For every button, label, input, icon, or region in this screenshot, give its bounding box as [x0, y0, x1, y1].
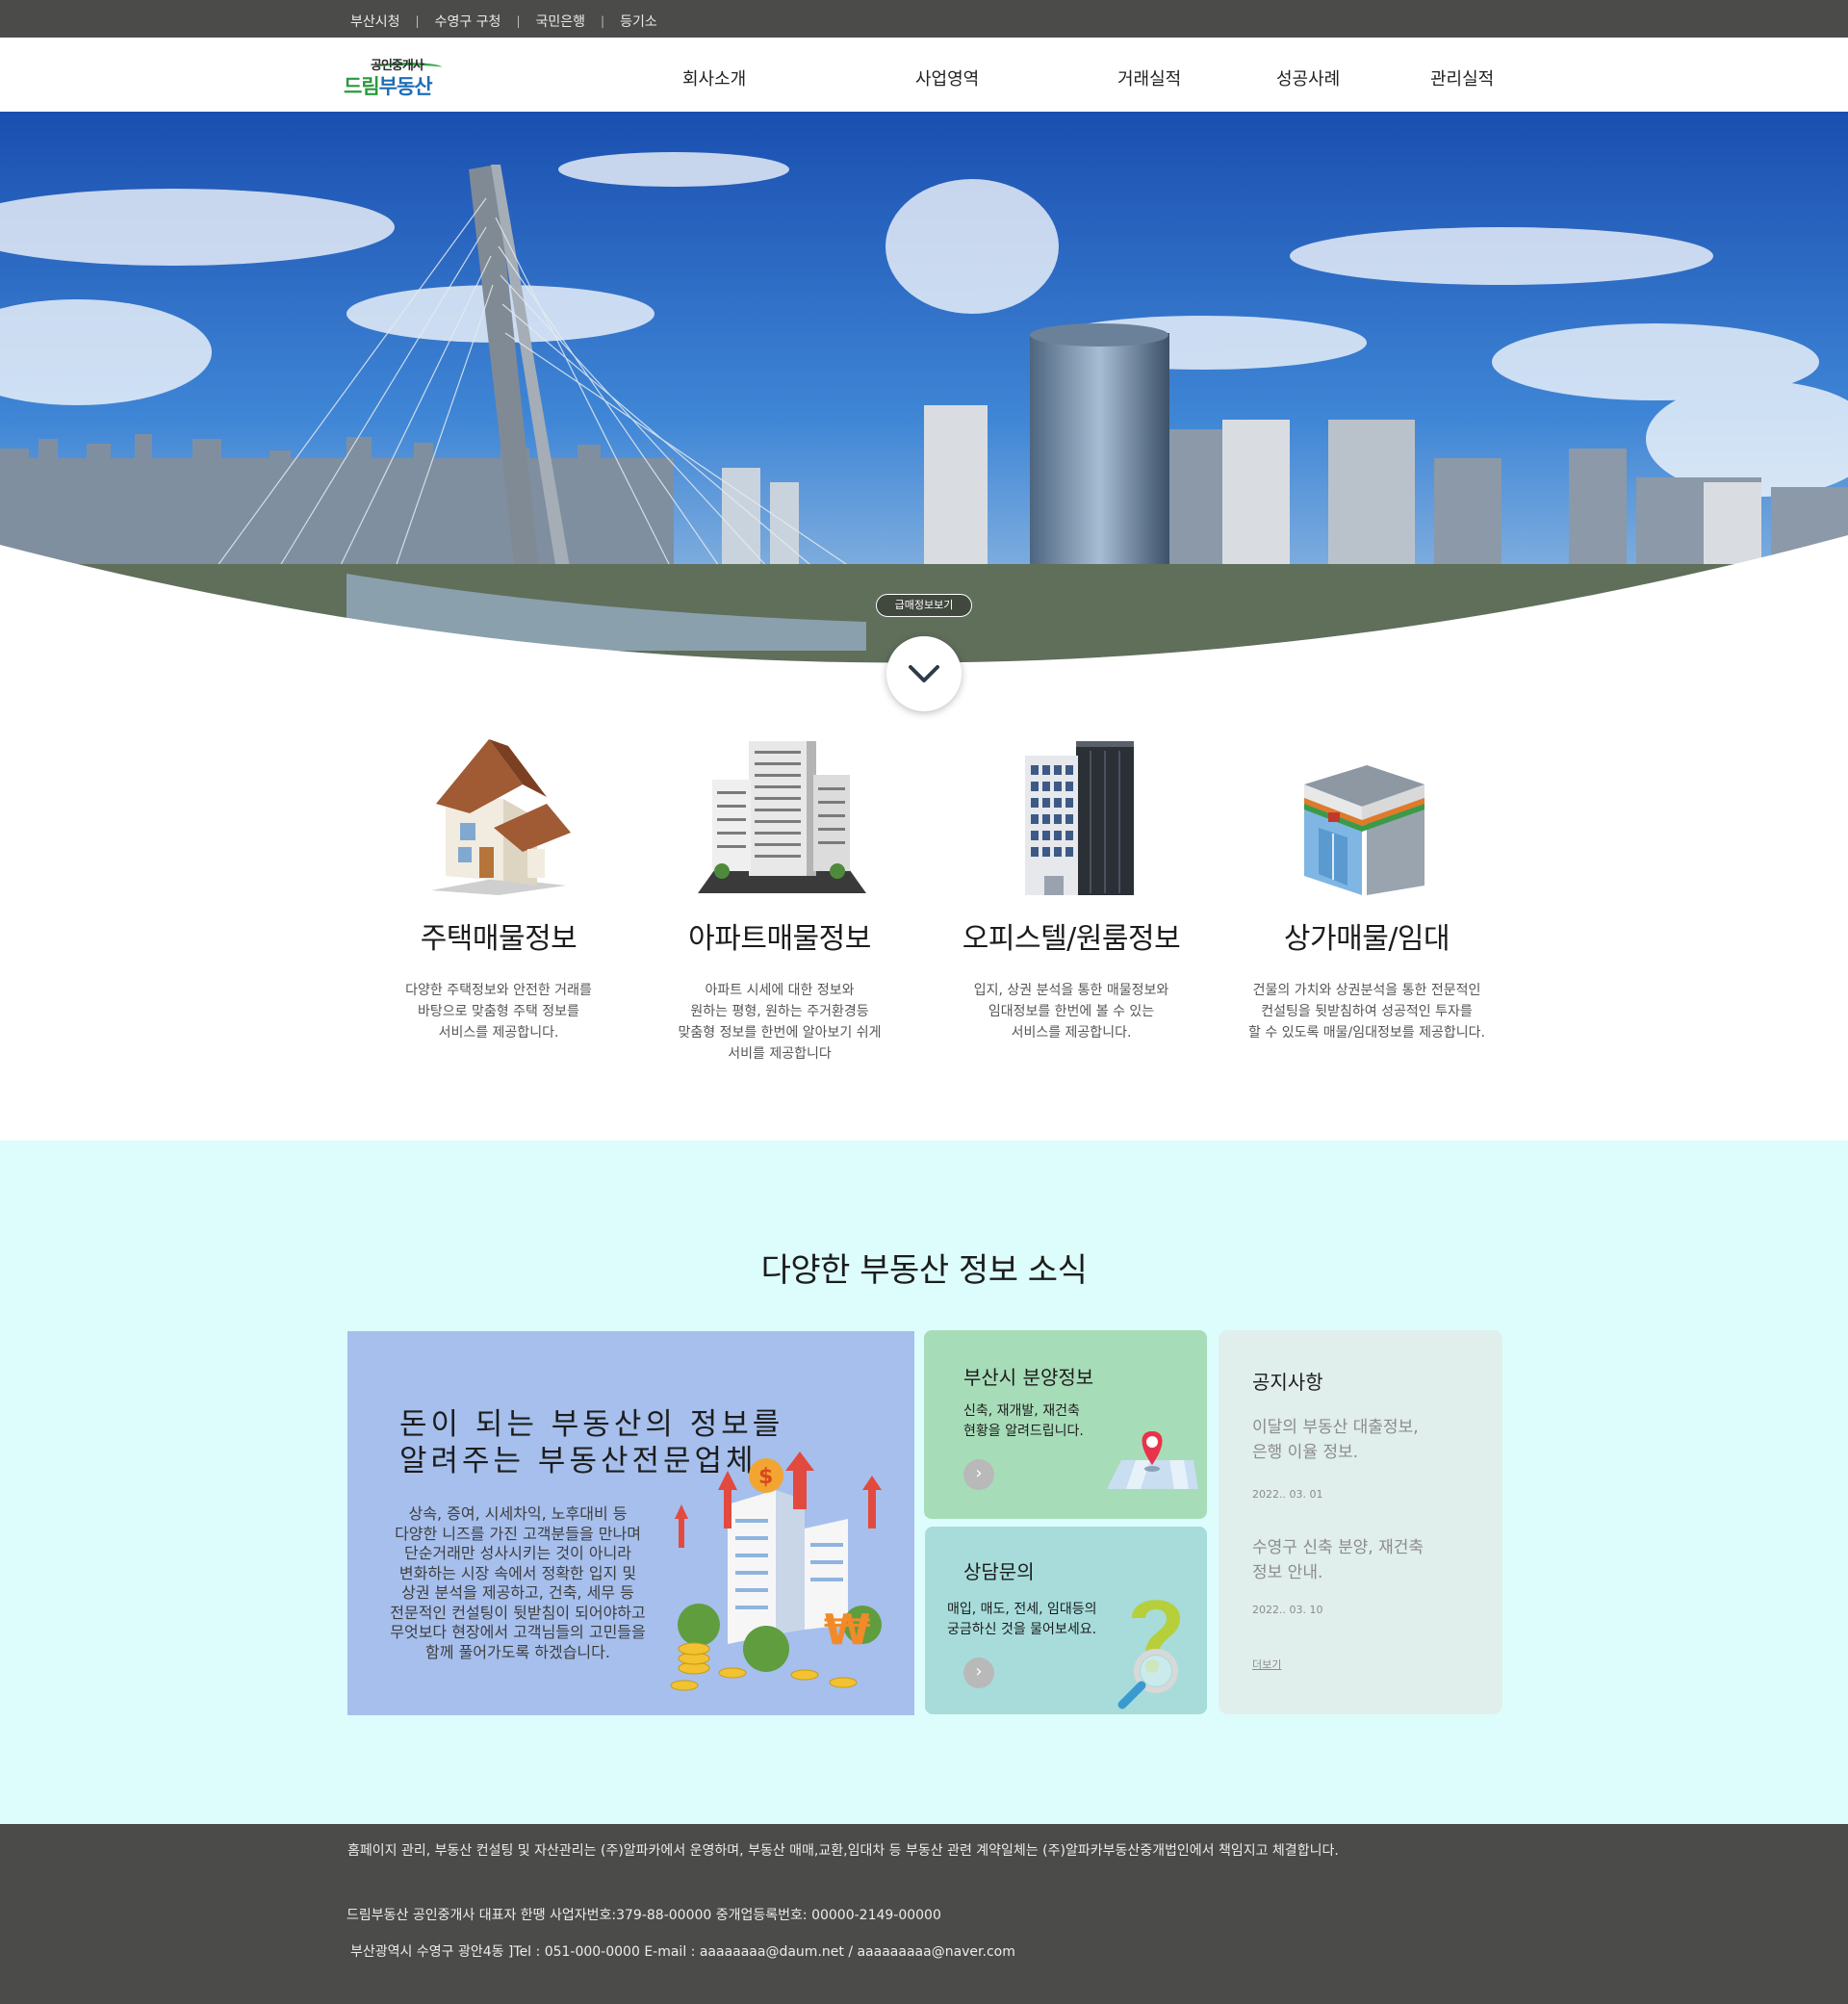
sale-info-more-button[interactable]: ›: [963, 1459, 994, 1490]
service-title: 오피스텔/원룸정보: [962, 922, 1181, 956]
main-nav: 회사소개 사업영역 거래실적 성공사례 관리실적: [0, 65, 1848, 90]
site-header: 공인중개사 드림부동산 회사소개 사업영역 거래실적 성공사례 관리실적: [0, 38, 1848, 112]
external-links: 부산시청 | 수영구 구청 | 국민은행 | 등기소: [350, 12, 657, 31]
notice-card: 공지사항 이달의 부동산 대출정보, 은행 이율 정보. 2022.. 03. …: [1219, 1330, 1502, 1714]
svg-text:₩: ₩: [824, 1606, 871, 1655]
hero-city-image: [0, 112, 1848, 670]
investment-growth-illustration: $ ₩: [670, 1452, 882, 1691]
notice-date: 2022.. 03. 10: [1252, 1604, 1323, 1616]
store-icon: [1280, 732, 1453, 900]
nav-item-business[interactable]: 사업영역: [915, 65, 979, 90]
site-footer: 홈페이지 관리, 부동산 컨설팅 및 자산관리는 (주)알파카에서 운영하며, …: [0, 1824, 1848, 2004]
link-separator: |: [601, 14, 605, 28]
apartment-icon: [693, 732, 866, 900]
sale-info-title: 부산시 분양정보: [963, 1366, 1094, 1389]
map-pin-icon: [1107, 1431, 1198, 1489]
footer-contact-info: 부산광역시 수영구 광안4동 ]Tel : 051-000-0000 E-mai…: [350, 1944, 1015, 1960]
notice-item[interactable]: 수영구 신축 분양, 재건축 정보 안내.: [1252, 1535, 1424, 1585]
urgent-listing-button[interactable]: 급매정보보기: [876, 594, 972, 617]
svg-text:$: $: [758, 1465, 773, 1489]
news-section-title: 다양한 부동산 정보 소식: [760, 1251, 1088, 1290]
service-store[interactable]: 상가매물/임대 건물의 가치와 상권분석을 통한 전문적인 컨설팅을 뒷받침하여…: [1222, 732, 1511, 1043]
notice-date: 2022.. 03. 01: [1252, 1488, 1323, 1501]
hero-banner: 급매정보보기: [0, 112, 1848, 670]
notice-item[interactable]: 이달의 부동산 대출정보, 은행 이율 정보.: [1252, 1415, 1419, 1465]
chevron-down-icon: [909, 665, 939, 682]
service-house[interactable]: 주택매물정보 다양한 주택정보와 안전한 거래를 바탕으로 맞춤형 주택 정보를…: [354, 732, 643, 1043]
link-registry-office[interactable]: 등기소: [620, 12, 657, 31]
footer-disclaimer: 홈페이지 관리, 부동산 컨설팅 및 자산관리는 (주)알파카에서 운영하며, …: [347, 1843, 1339, 1859]
service-description: 입지, 상권 분석을 통한 매물정보와 임대정보를 한번에 볼 수 있는 서비스…: [973, 983, 1169, 1041]
link-busan-city-hall[interactable]: 부산시청: [350, 12, 400, 31]
footer-business-info: 드림부동산 공인중개사 대표자 한땡 사업자번호:379-88-00000 중개…: [346, 1908, 941, 1923]
link-suyeong-gu-office[interactable]: 수영구 구청: [435, 12, 501, 31]
nav-item-company[interactable]: 회사소개: [682, 65, 746, 90]
service-description: 건물의 가치와 상권분석을 통한 전문적인 컨설팅을 뒷받침하여 성공적인 투자…: [1248, 983, 1485, 1041]
service-description: 아파트 시세에 대한 정보와 원하는 평형, 원하는 주거환경등 맞춤형 정보를…: [678, 983, 882, 1062]
consult-title: 상담문의: [963, 1560, 1035, 1583]
top-bar: 부산시청 | 수영구 구청 | 국민은행 | 등기소: [0, 0, 1848, 38]
nav-item-management[interactable]: 관리실적: [1430, 65, 1494, 90]
notice-title: 공지사항: [1252, 1371, 1323, 1394]
service-officetel[interactable]: 오피스텔/원룸정보 입지, 상권 분석을 통한 매물정보와 임대정보를 한번에 …: [927, 732, 1216, 1043]
news-section: 다양한 부동산 정보 소식 돈이 되는 부동산의 정보를 알려주는 부동산전문업…: [0, 1141, 1848, 1824]
service-apartment[interactable]: 아파트매물정보 아파트 시세에 대한 정보와 원하는 평형, 원하는 주거환경등…: [635, 732, 924, 1065]
house-icon: [412, 732, 585, 900]
service-description: 다양한 주택정보와 안전한 거래를 바탕으로 맞춤형 주택 정보를 서비스를 제…: [405, 983, 592, 1041]
consult-card[interactable]: 상담문의 매입, 매도, 전세, 임대등의 궁금하신 것을 물어보세요. ›: [925, 1527, 1207, 1714]
consult-more-button[interactable]: ›: [963, 1657, 994, 1688]
service-title: 상가매물/임대: [1283, 922, 1450, 956]
link-kookmin-bank[interactable]: 국민은행: [535, 12, 585, 31]
question-magnifier-icon: [1117, 1600, 1180, 1709]
link-separator: |: [415, 14, 420, 28]
promo-body: 상속, 증여, 시세차익, 노후대비 등 다양한 니즈를 가진 고객분들을 만나…: [390, 1504, 646, 1661]
office-building-icon: [985, 732, 1158, 900]
nav-item-success-cases[interactable]: 성공사례: [1276, 65, 1340, 90]
service-title: 주택매물정보: [420, 922, 578, 956]
sale-info-description: 신축, 재개발, 재건축 현황을 알려드립니다.: [963, 1403, 1084, 1439]
main-promo-card: 돈이 되는 부동산의 정보를 알려주는 부동산전문업체 상속, 증여, 시세차익…: [347, 1331, 914, 1715]
sale-info-card[interactable]: 부산시 분양정보 신축, 재개발, 재건축 현황을 알려드립니다. ›: [924, 1330, 1207, 1519]
scroll-down-button[interactable]: [886, 636, 962, 711]
notice-more-link[interactable]: 더보기: [1252, 1657, 1281, 1672]
link-separator: |: [516, 14, 521, 28]
consult-description: 매입, 매도, 전세, 임대등의 궁금하신 것을 물어보세요.: [947, 1602, 1097, 1637]
service-title: 아파트매물정보: [688, 922, 871, 956]
nav-item-transactions[interactable]: 거래실적: [1117, 65, 1181, 90]
